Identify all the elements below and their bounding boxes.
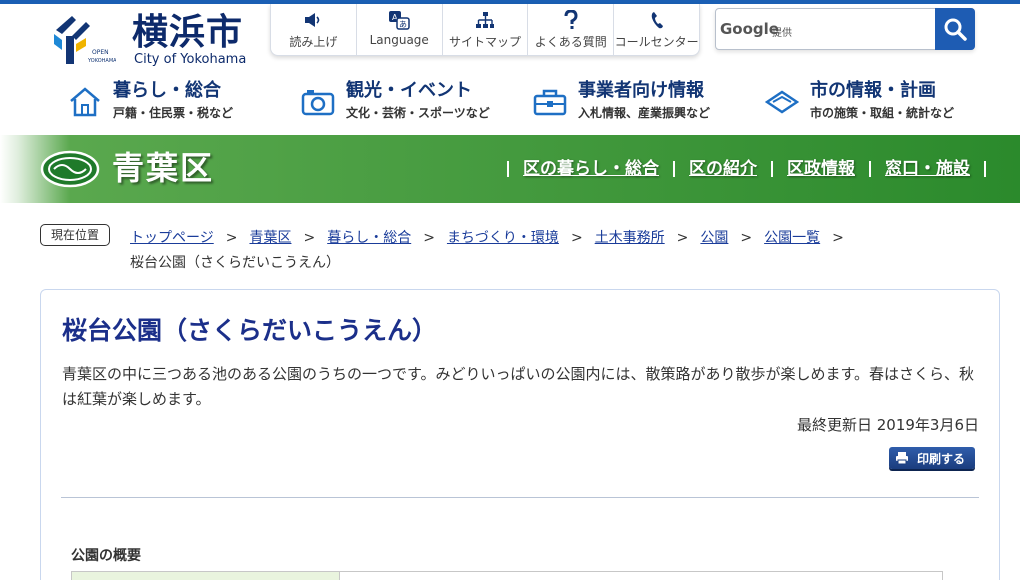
logo-text-jp: 横浜市 (132, 11, 244, 53)
ward-link-living[interactable]: 区の暮らし・総合 (523, 158, 659, 180)
city-logo[interactable]: OPEN YOKOHAMA 横浜市 City of Yokohama (52, 12, 252, 68)
ward-emblem-icon (40, 150, 100, 188)
language-icon: A あ (389, 11, 410, 30)
svg-text:あ: あ (399, 20, 407, 29)
util-language[interactable]: A あ Language (355, 4, 442, 55)
breadcrumb-separator: > (676, 230, 689, 246)
camera-icon (301, 90, 335, 116)
breadcrumb-link-civil-office[interactable]: 土木事務所 (595, 230, 665, 246)
ward-link-facilities[interactable]: 窓口・施設 (885, 158, 970, 180)
section-title: 公園の概要 (71, 548, 141, 564)
ward-link-separator (771, 161, 773, 177)
last-updated: 最終更新日 2019年3月6日 (796, 416, 979, 434)
search-button[interactable] (935, 8, 975, 50)
gnav-tourism-sub: 文化・芸術・スポーツなど (346, 106, 490, 120)
gnav-business-title: 事業者向け情報 (578, 80, 704, 101)
house-icon (70, 87, 100, 117)
ward-links: 区の暮らし・総合 区の紹介 区政情報 窓口・施設 (493, 157, 1000, 181)
logo-badge-open: OPEN (92, 49, 109, 56)
sitemap-icon (475, 12, 494, 28)
breadcrumb-current: 桜台公園（さくらだいこうえん） (130, 255, 340, 271)
gnav-city-info-title: 市の情報・計画 (810, 80, 936, 101)
section-divider (61, 497, 979, 498)
breadcrumb-separator: > (303, 230, 316, 246)
util-sitemap[interactable]: サイトマップ (441, 4, 528, 55)
logo-text-en: City of Yokohama (134, 52, 247, 67)
print-button-label: 印刷する (917, 451, 966, 466)
gnav-city-info-sub: 市の施策・取組・統計など (810, 106, 955, 120)
article-description: 青葉区の中に三つある池のある公園のうちの一つです。みどりいっぱいの公園内には、散… (62, 365, 975, 408)
util-language-label: Language (369, 33, 429, 47)
table-header-cell (72, 572, 340, 580)
breadcrumb-link-park-list[interactable]: 公園一覧 (764, 230, 820, 246)
park-overview-table (71, 571, 943, 580)
print-button[interactable]: 印刷する (889, 447, 975, 469)
ward-banner: 青葉区 区の暮らし・総合 区の紹介 区政情報 窓口・施設 (0, 135, 1020, 203)
util-read-aloud-label: 読み上げ (289, 35, 338, 49)
city-emblem-icon (765, 90, 799, 114)
breadcrumb-link-parks[interactable]: 公園 (700, 230, 728, 246)
breadcrumb-link-townplanning[interactable]: まちづくり・環境 (447, 230, 559, 246)
yokohama-logo-mark-icon: OPEN YOKOHAMA (54, 16, 116, 64)
breadcrumb-separator: > (740, 230, 753, 246)
breadcrumb-separator: > (570, 230, 583, 246)
article-panel: 桜台公園（さくらだいこうえん） 青葉区の中に三つある池のある公園のうちの一つです… (40, 289, 1000, 580)
util-call-center-label: コールセンター (614, 35, 699, 49)
util-read-aloud[interactable]: 読み上げ (271, 4, 356, 55)
printer-icon (896, 452, 908, 465)
breadcrumb-link-top[interactable]: トップページ (130, 230, 214, 246)
breadcrumb-separator: > (225, 230, 238, 246)
toolbox-icon (533, 89, 567, 116)
page-title: 桜台公園（さくらだいこうえん） (62, 316, 438, 345)
util-call-center[interactable]: コールセンター (613, 4, 699, 55)
ward-link-intro[interactable]: 区の紹介 (689, 158, 757, 180)
gnav-living-title: 暮らし・総合 (113, 80, 221, 101)
breadcrumb-link-living[interactable]: 暮らし・総合 (327, 230, 411, 246)
search-input[interactable] (718, 11, 934, 47)
breadcrumb-separator: > (423, 230, 435, 246)
breadcrumb: トップページ > 青葉区 > 暮らし・総合 > まちづくり・環境 > 土木事務所 > 公園 > 公園一覧… (130, 226, 930, 276)
global-nav: 暮らし・総合 戸籍・住民票・税など 観光・イベント 文化・芸術・スポーツなど 事… (62, 80, 962, 124)
site-search: Google 提供 (715, 8, 975, 50)
ward-link-separator (507, 161, 509, 177)
breadcrumb-link-ward[interactable]: 青葉区 (249, 230, 291, 246)
util-sitemap-label: サイトマップ (448, 35, 521, 49)
gnav-living-sub: 戸籍・住民票・税など (113, 106, 234, 120)
phone-icon (651, 12, 663, 29)
search-icon (944, 18, 967, 41)
gnav-business-sub: 入札情報、産業振興など (578, 106, 711, 120)
ward-link-administration[interactable]: 区政情報 (787, 158, 855, 180)
speaker-icon (305, 13, 320, 27)
ward-link-separator (673, 161, 675, 177)
utility-nav: 読み上げ A あ Language サイトマップ よくある質問 コールセンター (270, 4, 700, 56)
ward-link-separator (984, 161, 986, 177)
logo-badge-yokohama: YOKOHAMA (87, 58, 116, 64)
util-faq-label: よくある質問 (534, 35, 607, 49)
breadcrumb-tag: 現在位置 (40, 224, 110, 246)
ward-link-separator (869, 161, 871, 177)
gnav-tourism-title: 観光・イベント (346, 80, 472, 101)
ward-name[interactable]: 青葉区 (112, 147, 214, 189)
util-faq[interactable]: よくある質問 (527, 4, 613, 55)
question-icon (564, 10, 578, 29)
breadcrumb-separator: > (832, 230, 844, 246)
